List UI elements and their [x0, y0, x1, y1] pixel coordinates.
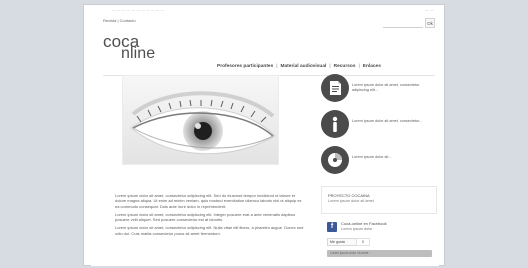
- sidebar: Lorem ipsum dolor sit amet, consectetur …: [321, 74, 437, 264]
- promo-3-text: Lorem ipsum dolor sit...: [352, 155, 392, 159]
- nav-profesores[interactable]: Profesores participantes: [217, 64, 273, 69]
- eye-image: [123, 76, 278, 164]
- paragraph-1: Lorem ipsum dolor sit amet, consectetur …: [115, 193, 302, 209]
- facebook-like-count: 0: [356, 238, 370, 246]
- promo-2-text: Lorem ipsum dolor sit amet, consectetur.…: [352, 119, 423, 123]
- facebook-bar: Lorem ipsum dolor sit amet: [327, 250, 432, 257]
- promo-1-text: Lorem ipsum dolor sit amet, consectetur …: [352, 83, 420, 92]
- sidebar-box-title: PROYECTO COCAINA: [328, 193, 370, 198]
- nav-separator: |: [276, 63, 278, 69]
- toolbar: Revista | Contacto Ok: [91, 17, 439, 29]
- chart-icon: [328, 153, 342, 167]
- search: Ok: [383, 17, 435, 29]
- facebook-icon: f: [327, 222, 337, 232]
- top-info-left: — — — — — — — — — — —: [112, 8, 165, 12]
- facebook-title: Coca-online en Facebook: [341, 221, 387, 226]
- top-info-right: — —: [425, 8, 434, 12]
- promo-3[interactable]: Lorem ipsum dolor sit...: [321, 146, 435, 181]
- paragraph-2: Lorem ipsum dolor sit amet, consectetur …: [115, 211, 296, 223]
- promo-3-icon-container: [321, 146, 349, 174]
- sidebar-box-sub[interactable]: Lorem ipsum dolor sit amet: [328, 199, 374, 203]
- link-contacto[interactable]: | Contacto: [117, 18, 135, 23]
- document-icon: [330, 81, 341, 95]
- sidebar-box: PROYECTO COCAINA Lorem ipsum dolor sit a…: [321, 186, 437, 214]
- info-icon: [332, 116, 338, 132]
- logo-line2: nline: [121, 45, 156, 62]
- promo-2-icon-container: [321, 110, 349, 138]
- page-content: — — — — — — — — — — — — — Revista | Cont…: [91, 7, 439, 266]
- promo-1[interactable]: Lorem ipsum dolor sit amet, consectetur …: [321, 74, 435, 109]
- main-text: Lorem ipsum dolor sit amet, consectetur …: [115, 193, 307, 265]
- nav-enlaces[interactable]: Enlaces: [363, 64, 381, 69]
- hero-image: [122, 75, 279, 165]
- nav-material[interactable]: Material audiovisual: [281, 64, 327, 69]
- header: coca nline Profesores participantes | Ma…: [91, 30, 439, 76]
- main-nav: Profesores participantes | Material audi…: [217, 61, 426, 71]
- facebook-sub: Lorem ipsum dolor: [341, 227, 373, 231]
- nav-separator: |: [358, 63, 360, 69]
- nav-recursos[interactable]: Recursos: [334, 64, 356, 69]
- top-info-line: — — — — — — — — — — — — —: [91, 7, 439, 16]
- search-input[interactable]: [383, 18, 423, 28]
- facebook-widget: f Coca-online en Facebook Lorem ipsum do…: [321, 216, 435, 260]
- utility-links: Revista | Contacto: [103, 18, 136, 23]
- site-logo[interactable]: coca nline: [103, 33, 156, 62]
- nav-separator: |: [329, 63, 331, 69]
- page: — — — — — — — — — — — — — Revista | Cont…: [0, 0, 528, 268]
- paragraph-3: Lorem ipsum dolor sit amet, consectetur …: [115, 225, 304, 236]
- promo-1-icon-container: [321, 74, 349, 102]
- link-revista[interactable]: Revista: [103, 18, 116, 23]
- search-button[interactable]: Ok: [425, 18, 435, 28]
- facebook-like-button[interactable]: Me gusta: [327, 238, 357, 246]
- promo-2[interactable]: Lorem ipsum dolor sit amet, consectetur.…: [321, 110, 435, 145]
